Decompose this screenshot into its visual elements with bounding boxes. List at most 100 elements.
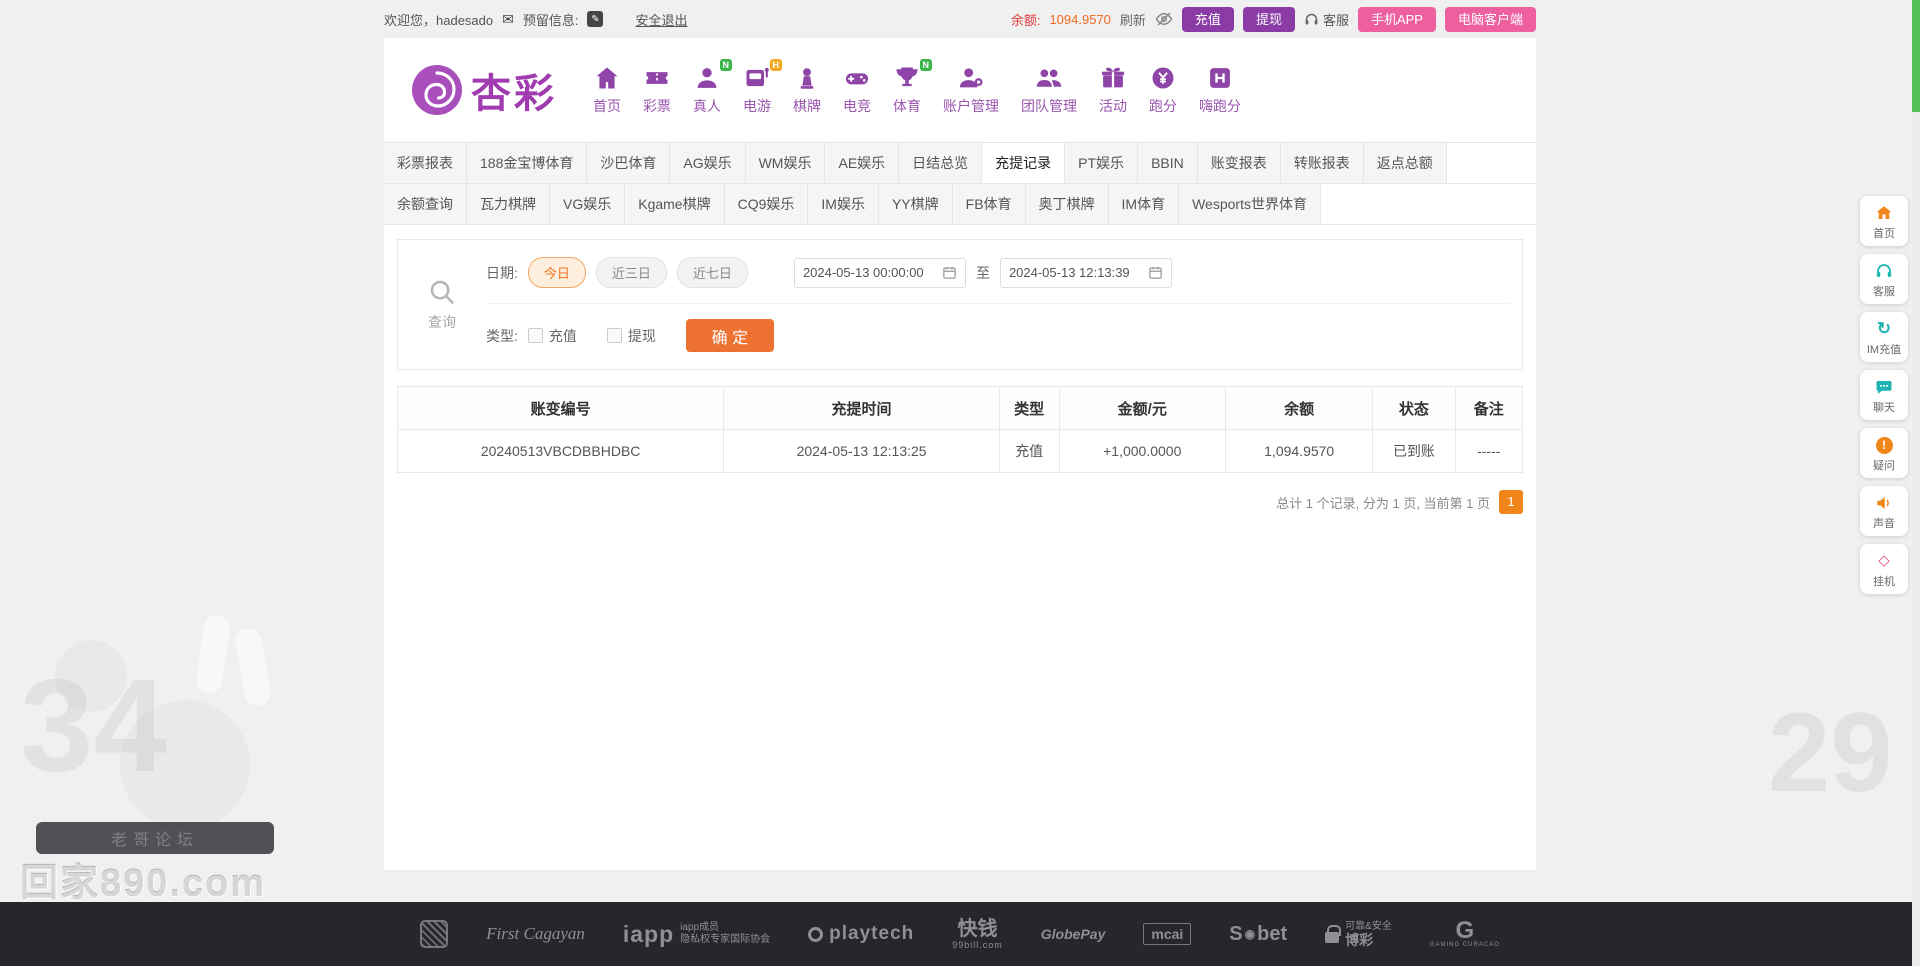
tab-kgame[interactable]: Kgame棋牌 bbox=[625, 184, 725, 224]
main-navbar: 杏彩 首页 彩票 N 真人 H 电游 棋牌 电竞 N 体育 账户管理 团队管理 … bbox=[384, 38, 1536, 142]
side-nav-service[interactable]: 客服 bbox=[1860, 254, 1908, 304]
reserved-info-label: 预留信息: bbox=[522, 12, 579, 28]
tab-wali-chess[interactable]: 瓦力棋牌 bbox=[467, 184, 550, 224]
tab-aoding-chess[interactable]: 奥丁棋牌 bbox=[1025, 184, 1109, 224]
bowling-ball-decor bbox=[55, 640, 127, 712]
eye-off-icon[interactable] bbox=[1155, 10, 1173, 28]
search-icon bbox=[427, 277, 457, 307]
tab-deposit-withdraw-records[interactable]: 充提记录 bbox=[982, 143, 1066, 183]
side-nav-hangup[interactable]: ◇ 挂机 bbox=[1860, 544, 1908, 594]
lottery-ticket-icon bbox=[643, 64, 671, 92]
tab-ae[interactable]: AE娱乐 bbox=[825, 143, 900, 183]
date-from-input[interactable]: 2024-05-13 00:00:00 bbox=[793, 257, 966, 288]
tab-vg[interactable]: VG娱乐 bbox=[550, 184, 626, 224]
side-nav-chat[interactable]: 聊天 bbox=[1860, 370, 1908, 420]
nav-item-hi-paofen[interactable]: 嗨跑分 bbox=[1199, 64, 1241, 116]
tab-yy-chess[interactable]: YY棋牌 bbox=[878, 184, 953, 224]
slot-machine-icon: H bbox=[743, 59, 782, 92]
side-nav-sound[interactable]: 声音 bbox=[1860, 486, 1908, 536]
tab-wesports[interactable]: Wesports世界体育 bbox=[1179, 184, 1321, 224]
mobile-app-button[interactable]: 手机APP bbox=[1357, 6, 1436, 32]
calendar-icon bbox=[1148, 265, 1163, 280]
nav-item-team-management[interactable]: 团队管理 bbox=[1021, 64, 1077, 116]
type-withdraw-option[interactable]: 提现 bbox=[606, 326, 656, 346]
brand-name: 杏彩 bbox=[471, 72, 557, 116]
quick-date-7days[interactable]: 近七日 bbox=[676, 257, 748, 288]
tab-cq9[interactable]: CQ9娱乐 bbox=[724, 184, 809, 224]
nav-item-paofen[interactable]: 跑分 bbox=[1149, 64, 1177, 116]
date-filter-row: 日期: 今日 近三日 近七日 2024-05-13 00:00:00 至 202… bbox=[486, 257, 1510, 288]
confirm-button[interactable]: 确 定 bbox=[685, 319, 774, 352]
side-nav-question[interactable]: ! 疑问 bbox=[1860, 428, 1908, 478]
welcome-text: 欢迎您，hadesado bbox=[384, 12, 494, 28]
site-logo[interactable]: 杏彩 bbox=[410, 61, 557, 119]
cell-amount: +1,000.0000 bbox=[1058, 429, 1226, 473]
type-deposit-option[interactable]: 充值 bbox=[527, 326, 577, 346]
site-watermark: 回家890.com bbox=[20, 863, 267, 905]
scrollbar-thumb[interactable] bbox=[1912, 0, 1920, 112]
tab-im-sports[interactable]: IM体育 bbox=[1108, 184, 1180, 224]
quick-date-3days[interactable]: 近三日 bbox=[595, 257, 667, 288]
tab-rebate-total[interactable]: 返点总额 bbox=[1363, 143, 1447, 183]
side-nav-home[interactable]: 首页 bbox=[1860, 196, 1908, 246]
sbet-logo: S ◉ bet bbox=[1229, 922, 1288, 945]
tab-saba-sports[interactable]: 沙巴体育 bbox=[587, 143, 671, 183]
home-icon bbox=[593, 64, 621, 92]
nav-item-egames[interactable]: H 电游 bbox=[743, 59, 782, 116]
nav-item-live-casino[interactable]: N 真人 bbox=[693, 59, 732, 116]
bowling-pin-decor bbox=[233, 626, 273, 708]
refresh-link[interactable]: 刷新 bbox=[1120, 10, 1146, 29]
logout-link[interactable]: 安全退出 bbox=[635, 10, 687, 29]
nav-item-lottery[interactable]: 彩票 bbox=[643, 64, 671, 116]
tab-balance-query[interactable]: 余额查询 bbox=[384, 184, 467, 224]
tab-daily-summary[interactable]: 日结总览 bbox=[899, 143, 983, 183]
team-icon bbox=[1035, 64, 1063, 92]
new-badge: N bbox=[719, 59, 732, 71]
nav-item-chess-cards[interactable]: 棋牌 bbox=[793, 64, 821, 116]
date-to-input[interactable]: 2024-05-13 12:13:39 bbox=[999, 257, 1172, 288]
tab-im[interactable]: IM娱乐 bbox=[808, 184, 879, 224]
col-header-status: 状态 bbox=[1372, 386, 1456, 430]
nav-items: 首页 彩票 N 真人 H 电游 棋牌 电竞 N 体育 账户管理 团队管理 活动 … bbox=[571, 59, 1241, 116]
nav-item-activity[interactable]: 活动 bbox=[1099, 64, 1127, 116]
tab-ag[interactable]: AG娱乐 bbox=[670, 143, 746, 183]
tab-pt[interactable]: PT娱乐 bbox=[1065, 143, 1139, 183]
nav-item-esports[interactable]: 电竞 bbox=[843, 64, 871, 116]
playtech-logo: playtech bbox=[808, 923, 914, 945]
side-nav-im-recharge[interactable]: ↻ IM充值 bbox=[1860, 312, 1908, 362]
tab-lottery-report[interactable]: 彩票报表 bbox=[384, 143, 467, 183]
deposit-button[interactable]: 充值 bbox=[1181, 6, 1234, 32]
coin-yuan-icon bbox=[1149, 64, 1177, 92]
main-panel: 杏彩 首页 彩票 N 真人 H 电游 棋牌 电竞 N 体育 账户管理 团队管理 … bbox=[384, 38, 1536, 870]
pagination-summary: 总计 1 个记录, 分为 1 页, 当前第 1 页 bbox=[1276, 495, 1490, 511]
gift-icon bbox=[1099, 64, 1127, 92]
tab-transfer-report[interactable]: 转账报表 bbox=[1280, 143, 1364, 183]
floating-side-nav: 首页 客服 ↻ IM充值 聊天 ! 疑问 声音 ◇ 挂机 bbox=[1860, 196, 1908, 594]
withdraw-button[interactable]: 提现 bbox=[1242, 6, 1295, 32]
calendar-icon bbox=[942, 265, 957, 280]
tab-wm[interactable]: WM娱乐 bbox=[745, 143, 826, 183]
bowling-pin-decor bbox=[194, 613, 232, 695]
mail-icon[interactable]: ✉ bbox=[502, 11, 514, 28]
footer: First Cagayan iapp iapp成员 隐私权专家国际协会 play… bbox=[0, 902, 1920, 966]
col-header-transaction-id: 账变编号 bbox=[396, 386, 725, 430]
nav-item-home[interactable]: 首页 bbox=[593, 64, 621, 116]
exclamation-icon: ! bbox=[1860, 435, 1908, 455]
deposit-checkbox[interactable] bbox=[527, 328, 543, 343]
search-section: 查询 bbox=[398, 240, 486, 369]
quick-date-today[interactable]: 今日 bbox=[527, 257, 586, 288]
tab-fb-sports[interactable]: FB体育 bbox=[952, 184, 1026, 224]
tab-bbin[interactable]: BBIN bbox=[1138, 143, 1198, 183]
pc-client-button[interactable]: 电脑客户端 bbox=[1444, 6, 1536, 32]
withdraw-checkbox[interactable] bbox=[606, 328, 622, 343]
page-1-button[interactable]: 1 bbox=[1499, 490, 1523, 514]
nav-item-sports[interactable]: N 体育 bbox=[893, 59, 932, 116]
tab-188-sports[interactable]: 188金宝博体育 bbox=[467, 143, 588, 183]
forum-watermark-banner: 老哥论坛 bbox=[36, 822, 274, 854]
edit-icon[interactable]: ✎ bbox=[587, 11, 604, 27]
cell-time: 2024-05-13 12:13:25 bbox=[723, 429, 1000, 473]
nav-item-account-management[interactable]: 账户管理 bbox=[943, 64, 999, 116]
tab-account-change-report[interactable]: 账变报表 bbox=[1197, 143, 1281, 183]
live-casino-icon: N bbox=[693, 59, 732, 92]
customer-service-link[interactable]: 客服 bbox=[1304, 10, 1349, 29]
